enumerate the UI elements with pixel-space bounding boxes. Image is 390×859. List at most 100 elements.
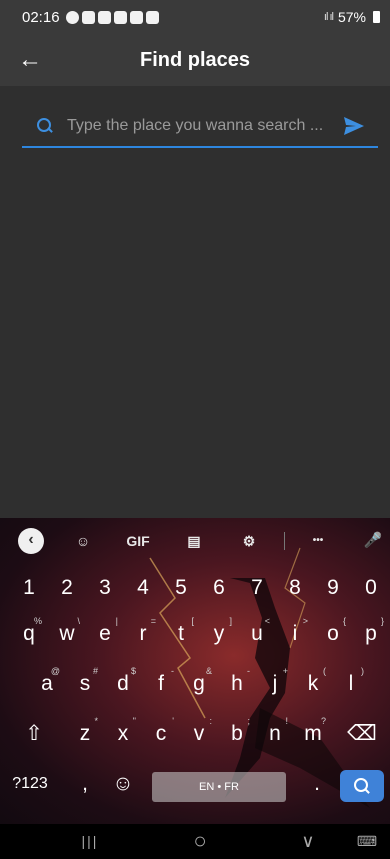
- key-r[interactable]: r =: [124, 614, 162, 654]
- key-hint: ": [132, 716, 136, 726]
- key-label: p: [365, 622, 377, 645]
- key-x[interactable]: x ": [104, 714, 142, 754]
- key-1[interactable]: 1: [10, 568, 48, 608]
- key-a[interactable]: a @: [28, 664, 66, 704]
- comma-key[interactable]: ,: [66, 764, 104, 804]
- key-hint: >: [302, 616, 308, 626]
- snapchat-icon: [81, 10, 95, 24]
- key-hint: {: [342, 616, 346, 626]
- key-hint: #: [92, 666, 98, 676]
- key-hint: [: [191, 616, 194, 626]
- key-q[interactable]: q%: [10, 614, 48, 654]
- key-label: l: [348, 672, 354, 695]
- key-8[interactable]: 8: [276, 568, 314, 608]
- key-y[interactable]: y]: [200, 614, 238, 654]
- key-u[interactable]: u <: [238, 614, 276, 654]
- more-icon[interactable]: •••: [303, 528, 333, 554]
- signal-icon: ıl ıl: [323, 11, 334, 23]
- key-label: w: [59, 622, 75, 645]
- key-7[interactable]: 7: [238, 568, 276, 608]
- key-k[interactable]: k(: [294, 664, 332, 704]
- key-0[interactable]: 0: [352, 568, 390, 608]
- key-d[interactable]: d $: [104, 664, 142, 704]
- key-hint: (: [323, 666, 326, 676]
- key-hint: &: [205, 666, 212, 676]
- key-label: k: [307, 672, 319, 695]
- mic-icon[interactable]: 🎤: [360, 528, 386, 554]
- key-f[interactable]: f-: [142, 664, 180, 704]
- emoji-icon[interactable]: ☺: [104, 764, 142, 804]
- key-hint: ]: [229, 616, 232, 626]
- key-j[interactable]: j +: [256, 664, 294, 704]
- key-g[interactable]: g &: [180, 664, 218, 704]
- key-s[interactable]: s #: [66, 664, 104, 704]
- key-m[interactable]: m?: [294, 714, 332, 754]
- key-hint: }: [380, 616, 384, 626]
- recents-icon[interactable]: |||: [72, 828, 108, 854]
- search-bar: [22, 106, 378, 148]
- key-hint: ;: [247, 716, 250, 726]
- search-key-icon[interactable]: [340, 770, 384, 802]
- status-bar: 02:16 ıl ıl 57%: [0, 0, 390, 34]
- keyboard-collapse-icon[interactable]: ‹: [18, 528, 44, 554]
- key-hint: -: [247, 666, 250, 676]
- number-row: 1 2 3 4 5 6 7 8 9 0: [0, 568, 390, 608]
- send-icon[interactable]: [342, 115, 366, 137]
- key-e[interactable]: e |: [86, 614, 124, 654]
- key-hint: %: [33, 616, 42, 626]
- space-key[interactable]: EN • FR: [152, 772, 286, 802]
- main-content: [0, 86, 390, 518]
- key-5[interactable]: 5: [162, 568, 200, 608]
- key-9[interactable]: 9: [314, 568, 352, 608]
- keyboard: ‹ ☺ GIF ▤ ⚙ ••• 🎤 1 2 3 4 5 6 7 8 9 0 q%…: [0, 518, 390, 824]
- search-input[interactable]: [67, 117, 342, 135]
- notification-icons: [65, 10, 159, 24]
- key-n[interactable]: n!: [256, 714, 294, 754]
- key-w[interactable]: w \: [48, 614, 86, 654]
- shift-key[interactable]: ⇧: [12, 714, 56, 754]
- key-l[interactable]: l): [332, 664, 370, 704]
- key-h[interactable]: h-: [218, 664, 256, 704]
- key-hint: -: [171, 666, 174, 676]
- key-p[interactable]: p}: [352, 614, 390, 654]
- sticker-icon[interactable]: ☺: [70, 528, 96, 554]
- key-4[interactable]: 4: [124, 568, 162, 608]
- key-label: i: [292, 622, 298, 645]
- key-label: j: [272, 672, 278, 695]
- key-b[interactable]: b;: [218, 714, 256, 754]
- symbols-key[interactable]: ?123: [8, 764, 52, 804]
- keyboard-toolbar: ‹ ☺ GIF ▤ ⚙ ••• 🎤: [0, 526, 390, 556]
- backspace-key[interactable]: ⌫: [340, 714, 384, 754]
- key-i[interactable]: i >: [276, 614, 314, 654]
- key-c[interactable]: c ': [142, 714, 180, 754]
- key-label: m: [304, 722, 322, 745]
- key-z[interactable]: z *: [66, 714, 104, 754]
- clipboard-icon[interactable]: ▤: [181, 528, 207, 554]
- key-hint: ): [361, 666, 364, 676]
- key-t[interactable]: t[: [162, 614, 200, 654]
- key-label: b: [231, 722, 243, 745]
- key-label: x: [117, 722, 129, 745]
- letter-row-2: a @ s # d $ f- g & h- j + k( l): [0, 664, 390, 704]
- key-hint: ': [172, 716, 174, 726]
- gif-button[interactable]: GIF: [122, 528, 154, 554]
- status-right: ıl ıl 57%: [324, 9, 380, 25]
- key-label: e: [99, 622, 111, 645]
- settings-icon[interactable]: ⚙: [236, 528, 262, 554]
- home-icon[interactable]: ○: [182, 828, 218, 854]
- key-o[interactable]: o{: [314, 614, 352, 654]
- key-3[interactable]: 3: [86, 568, 124, 608]
- key-label: f: [158, 672, 164, 695]
- back-nav-icon[interactable]: ∨: [290, 828, 326, 854]
- key-label: y: [213, 622, 225, 645]
- keyboard-switch-icon[interactable]: ⌨: [352, 828, 382, 854]
- key-6[interactable]: 6: [200, 568, 238, 608]
- key-hint: @: [50, 666, 60, 676]
- snapchat-icon: [97, 10, 111, 24]
- key-2[interactable]: 2: [48, 568, 86, 608]
- search-icon: [36, 117, 54, 135]
- key-v[interactable]: v:: [180, 714, 218, 754]
- letter-row-3: ⇧ z * x " c ' v: b; n! m? ⌫: [0, 714, 390, 754]
- key-hint: <: [264, 616, 270, 626]
- period-key[interactable]: .: [298, 764, 336, 804]
